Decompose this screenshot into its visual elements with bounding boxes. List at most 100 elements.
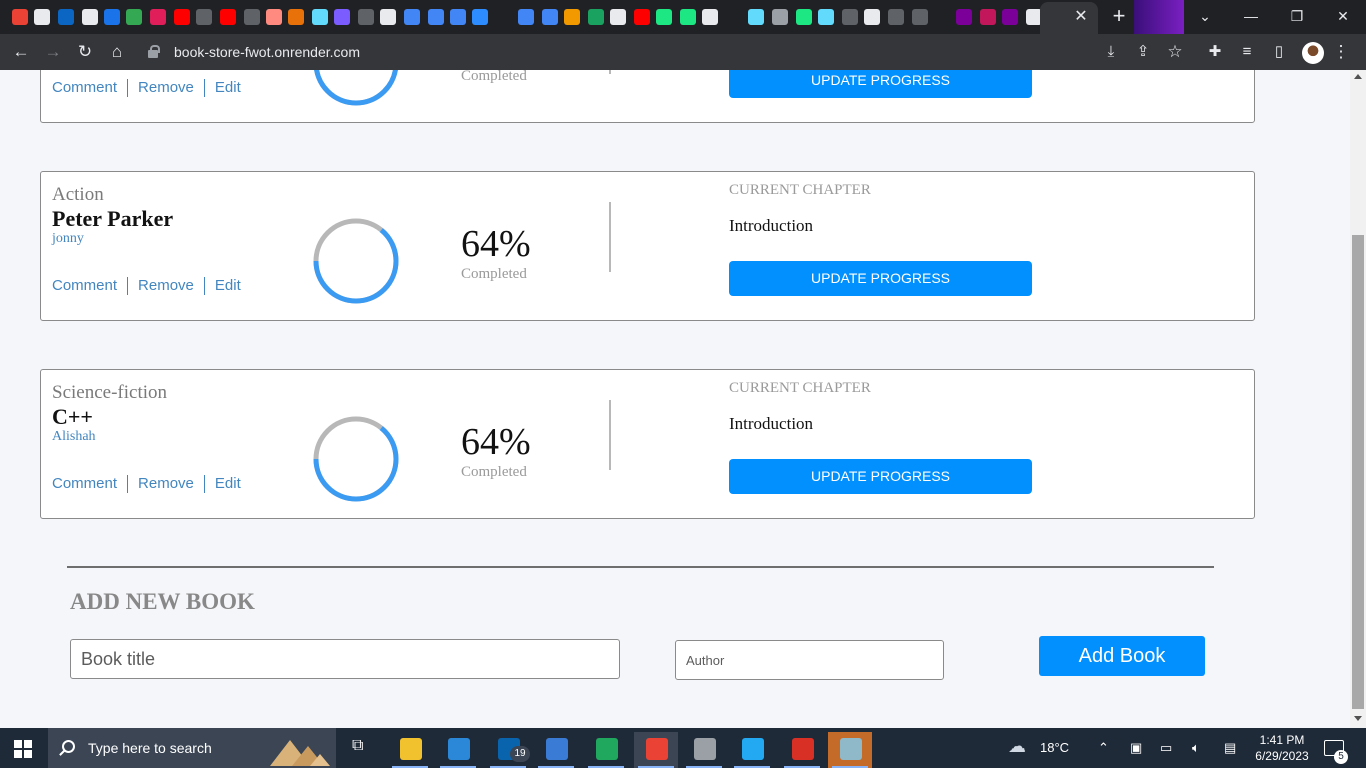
git-taskbar-button[interactable] bbox=[682, 732, 726, 768]
comment-link[interactable]: Comment bbox=[52, 277, 127, 295]
chrome-taskbar-button[interactable] bbox=[634, 732, 678, 768]
tab-favicon-icon[interactable] bbox=[564, 9, 580, 25]
tab-favicon-icon[interactable] bbox=[380, 9, 396, 25]
tab-favicon-icon[interactable] bbox=[610, 9, 626, 25]
tab-favicon-icon[interactable] bbox=[220, 9, 236, 25]
tab-favicon-icon[interactable] bbox=[404, 9, 420, 25]
tab-favicon-icon[interactable] bbox=[818, 9, 834, 25]
update-progress-button[interactable]: UPDATE PROGRESS bbox=[729, 70, 1032, 98]
book-title-input[interactable] bbox=[70, 639, 620, 679]
scroll-thumb[interactable] bbox=[1352, 235, 1364, 709]
tab-favicon-icon[interactable] bbox=[748, 9, 764, 25]
microsoft-store-taskbar-button[interactable] bbox=[436, 732, 480, 768]
remove-link[interactable]: Remove bbox=[127, 475, 204, 493]
tab-favicon-icon[interactable] bbox=[150, 9, 166, 25]
photos-taskbar-button[interactable] bbox=[534, 732, 578, 768]
tab-favicon-icon[interactable] bbox=[472, 9, 488, 25]
tab-favicon-icon[interactable] bbox=[912, 9, 928, 25]
address-bar[interactable]: book-store-fwot.onrender.com bbox=[174, 41, 360, 63]
tab-favicon-icon[interactable] bbox=[680, 9, 696, 25]
volume-icon[interactable]: 🔈︎ bbox=[1192, 740, 1200, 756]
extensions-icon[interactable]: ✚ bbox=[1204, 41, 1226, 63]
add-book-button[interactable]: Add Book bbox=[1039, 636, 1205, 676]
new-tab-button[interactable]: + bbox=[1108, 5, 1130, 28]
edge-taskbar-button[interactable] bbox=[584, 732, 628, 768]
tab-favicon-icon[interactable] bbox=[864, 9, 880, 25]
tab-search-chevron-icon[interactable]: ⌄ bbox=[1182, 0, 1228, 34]
bookmark-star-icon[interactable]: ☆ bbox=[1164, 41, 1186, 63]
lock-icon[interactable] bbox=[146, 41, 160, 63]
tab-favicon-icon[interactable] bbox=[842, 9, 858, 25]
mail-taskbar-button[interactable]: 19 bbox=[486, 732, 530, 768]
comment-link[interactable]: Comment bbox=[52, 475, 127, 493]
scroll-down-arrow-icon[interactable] bbox=[1354, 716, 1362, 721]
tab-favicon-icon[interactable] bbox=[288, 9, 304, 25]
windows-start-icon[interactable] bbox=[14, 740, 32, 758]
update-progress-button[interactable]: UPDATE PROGRESS bbox=[729, 261, 1032, 296]
scroll-up-arrow-icon[interactable] bbox=[1354, 74, 1362, 79]
tab-favicon-icon[interactable] bbox=[58, 9, 74, 25]
tab-favicon-icon[interactable] bbox=[428, 9, 444, 25]
tab-favicon-icon[interactable] bbox=[1002, 9, 1018, 25]
minimize-button[interactable]: — bbox=[1228, 0, 1274, 34]
remove-link[interactable]: Remove bbox=[127, 79, 204, 97]
tab-favicon-icon[interactable] bbox=[656, 9, 672, 25]
comment-link[interactable]: Comment bbox=[52, 79, 127, 97]
tab-favicon-icon[interactable] bbox=[244, 9, 260, 25]
battery-icon[interactable]: ▭ bbox=[1160, 740, 1172, 756]
media-control-icon[interactable]: ≡ bbox=[1236, 41, 1258, 63]
task-view-icon[interactable]: ⧉ bbox=[352, 737, 363, 755]
tab-favicon-icon[interactable] bbox=[888, 9, 904, 25]
tab-favicon-icon[interactable] bbox=[634, 9, 650, 25]
close-tab-icon[interactable]: ✕ bbox=[1072, 6, 1090, 28]
tab-favicon-icon[interactable] bbox=[12, 9, 28, 25]
home-icon[interactable]: ⌂ bbox=[106, 41, 128, 63]
close-window-button[interactable]: ✕ bbox=[1320, 0, 1366, 34]
tray-overflow-chevron-icon[interactable]: ⌃ bbox=[1098, 740, 1109, 756]
update-progress-button[interactable]: UPDATE PROGRESS bbox=[729, 459, 1032, 494]
remove-link[interactable]: Remove bbox=[127, 277, 204, 295]
tray-device-icon[interactable]: ▣ bbox=[1130, 740, 1142, 756]
tab-favicon-icon[interactable] bbox=[542, 9, 558, 25]
network-icon[interactable]: ▤ bbox=[1224, 740, 1236, 756]
reload-button[interactable]: ↻ bbox=[74, 41, 96, 63]
menu-kebab-icon[interactable]: ⋮ bbox=[1330, 41, 1352, 63]
vscode-taskbar-button[interactable] bbox=[730, 732, 774, 768]
tab-favicon-icon[interactable] bbox=[82, 9, 98, 25]
tab-favicon-icon[interactable] bbox=[312, 9, 328, 25]
edit-link[interactable]: Edit bbox=[203, 475, 251, 493]
weather-temperature[interactable]: 18°C bbox=[1040, 740, 1069, 755]
tab-favicon-icon[interactable] bbox=[334, 9, 350, 25]
edit-link[interactable]: Edit bbox=[203, 277, 251, 295]
page-scrollbar[interactable] bbox=[1350, 70, 1366, 728]
share-icon[interactable]: ⇪ bbox=[1132, 41, 1154, 63]
forward-button[interactable]: → bbox=[42, 41, 64, 63]
taskbar-search[interactable]: Type here to search bbox=[48, 728, 336, 768]
weather-cloud-icon[interactable]: ☁ bbox=[1008, 736, 1026, 757]
tab-favicon-icon[interactable] bbox=[358, 9, 374, 25]
tab-favicon-icon[interactable] bbox=[772, 9, 788, 25]
tab-favicon-icon[interactable] bbox=[34, 9, 50, 25]
tab-favicon-icon[interactable] bbox=[796, 9, 812, 25]
tab-favicon-icon[interactable] bbox=[588, 9, 604, 25]
paint-app-taskbar-button[interactable] bbox=[780, 732, 824, 768]
tab-favicon-icon[interactable] bbox=[702, 9, 718, 25]
side-panel-icon[interactable]: ▯ bbox=[1268, 41, 1290, 63]
tab-favicon-icon[interactable] bbox=[266, 9, 282, 25]
tab-favicon-icon[interactable] bbox=[956, 9, 972, 25]
tab-favicon-icon[interactable] bbox=[518, 9, 534, 25]
notepad-app-taskbar-button[interactable] bbox=[828, 732, 872, 768]
tab-favicon-icon[interactable] bbox=[196, 9, 212, 25]
tab-favicon-icon[interactable] bbox=[980, 9, 996, 25]
tab-favicon-icon[interactable] bbox=[450, 9, 466, 25]
tab-favicon-icon[interactable] bbox=[126, 9, 142, 25]
tab-favicon-icon[interactable] bbox=[174, 9, 190, 25]
tab-favicon-icon[interactable] bbox=[104, 9, 120, 25]
back-button[interactable]: ← bbox=[10, 41, 32, 63]
restore-button[interactable]: ❐ bbox=[1274, 0, 1320, 34]
taskbar-clock[interactable]: 1:41 PM 6/29/2023 bbox=[1254, 732, 1310, 764]
edit-link[interactable]: Edit bbox=[203, 79, 251, 97]
profile-avatar[interactable] bbox=[1302, 42, 1324, 64]
install-app-icon[interactable]: ⤓ bbox=[1100, 41, 1122, 63]
file-explorer-taskbar-button[interactable] bbox=[388, 732, 432, 768]
